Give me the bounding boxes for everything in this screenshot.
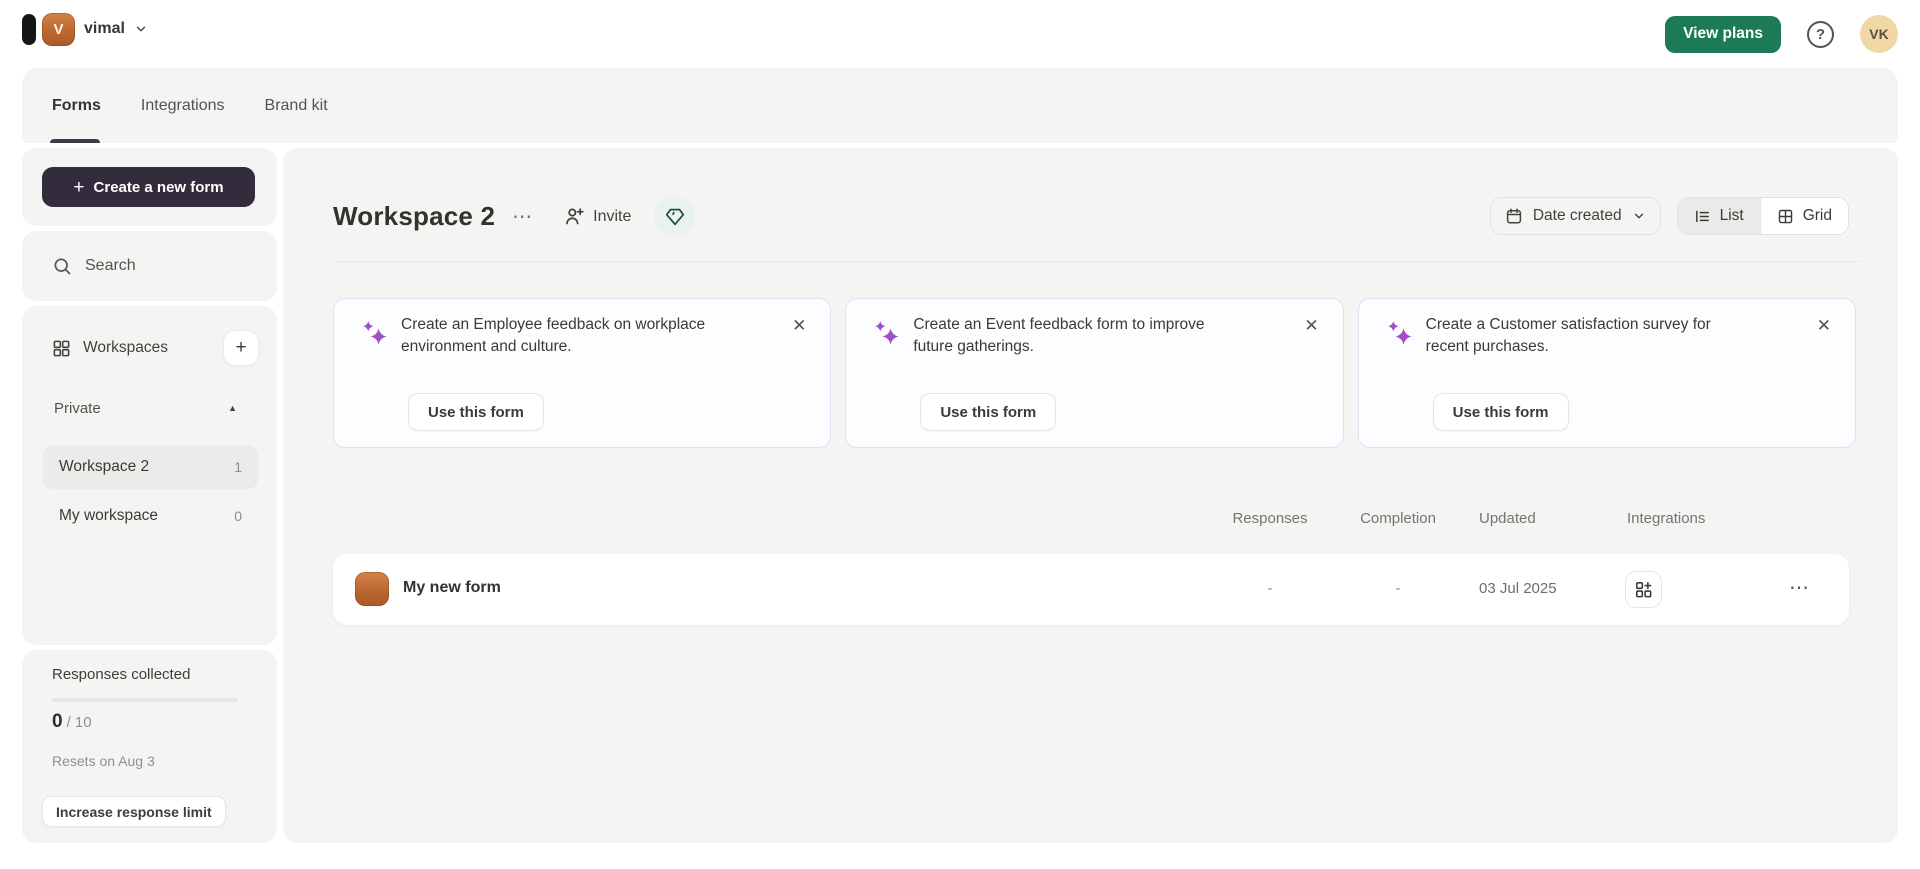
app-logo [22, 14, 36, 45]
header-divider [333, 261, 1860, 262]
column-responses: Responses [1232, 510, 1308, 527]
invite-button[interactable]: Invite [564, 206, 631, 227]
calendar-icon [1506, 208, 1521, 224]
sidebar-item-label: My workspace [59, 507, 159, 524]
tab-brand-kit[interactable]: Brand kit [265, 97, 328, 115]
invite-label: Invite [593, 207, 632, 225]
sort-dropdown-label: Date created [1532, 207, 1622, 224]
increase-response-limit-button[interactable]: Increase response limit [42, 796, 226, 827]
forms-table-header: Responses Completion Updated Integration… [333, 506, 1849, 534]
view-toggle: List Grid [1676, 197, 1849, 235]
use-this-form-button[interactable]: Use this form [408, 393, 544, 431]
ai-sparkles-icon [363, 321, 387, 345]
workspace-switcher-label: vimal [84, 20, 125, 37]
plus-icon: + [73, 176, 85, 198]
sidebar-workspaces-section: Workspaces + Private ▲ Workspace 2 1 My … [22, 306, 277, 645]
sidebar-item-count: 0 [234, 508, 242, 524]
chevron-down-icon [1634, 213, 1643, 219]
list-label: List [1719, 207, 1744, 224]
responses-collected-label: Responses collected [52, 666, 191, 683]
sidebar-search-section: Search [22, 231, 277, 301]
form-updated-value: 03 Jul 2025 [1479, 580, 1557, 597]
grid-label: Grid [1802, 207, 1832, 224]
add-workspace-button[interactable]: + [223, 330, 259, 366]
create-new-form-label: Create a new form [93, 178, 224, 196]
close-icon[interactable]: ✕ [792, 316, 806, 336]
invite-person-icon [566, 208, 584, 225]
sort-dropdown[interactable]: Date created [1489, 197, 1661, 235]
workspace-more-menu[interactable]: ⋯ [512, 207, 533, 227]
page-title: Workspace 2 [333, 201, 496, 231]
form-thumbnail [355, 572, 389, 606]
ai-sparkles-icon [875, 321, 900, 345]
workspace-avatar: V [42, 12, 75, 46]
form-completion-value: - [1395, 580, 1401, 597]
workspace-switcher[interactable]: V vimal [42, 12, 148, 46]
suggestion-card: Create an Event feedback form to improve… [845, 298, 1344, 448]
workspaces-heading: Workspaces [83, 339, 168, 356]
form-name: My new form [403, 579, 501, 596]
tabs-bar: Forms Integrations Brand kit [22, 68, 1898, 143]
app-window: V vimal View plans ? VK Forms Integratio… [0, 0, 1920, 869]
column-updated: Updated [1479, 510, 1536, 527]
add-integration-button[interactable] [1625, 571, 1662, 608]
active-tab-indicator [50, 139, 100, 143]
tab-forms[interactable]: Forms [52, 97, 101, 115]
suggestion-card: Create a Customer satisfaction survey fo… [1357, 298, 1856, 448]
view-plans-button[interactable]: View plans [1665, 15, 1781, 53]
view-toggle-list[interactable]: List [1677, 198, 1760, 234]
topbar: V vimal View plans ? VK [0, 0, 1920, 68]
responses-limit: / 10 [66, 714, 92, 731]
workspaces-grid-icon [53, 340, 70, 356]
help-icon[interactable]: ? [1807, 20, 1834, 48]
sidebar-item-label: Workspace 2 [59, 458, 150, 475]
search-label: Search [85, 257, 136, 274]
view-toggle-grid[interactable]: Grid [1759, 198, 1848, 234]
column-integrations: Integrations [1627, 510, 1706, 527]
suggestion-text: Create an Event feedback form to improve… [913, 316, 1205, 355]
use-this-form-button[interactable]: Use this form [920, 393, 1057, 431]
private-group-label: Private [54, 399, 101, 417]
search-input[interactable]: Search [52, 231, 136, 301]
close-icon[interactable]: ✕ [1817, 316, 1831, 336]
sidebar-create-section: + Create a new form [22, 148, 277, 226]
search-icon [54, 258, 71, 275]
user-avatar[interactable]: VK [1860, 15, 1898, 53]
responses-used: 0 [52, 711, 63, 732]
main-content: Workspace 2 ⋯ Invite Date created List G… [283, 148, 1898, 843]
suggestion-card: Create an Employee feedback on workplace… [333, 298, 832, 448]
suggestion-text: Create an Employee feedback on workplace… [401, 316, 706, 355]
sidebar-item-workspace-2[interactable]: Workspace 2 1 [43, 445, 258, 489]
private-group-toggle[interactable]: Private ▲ [54, 393, 237, 423]
sidebar-item-count: 1 [234, 459, 242, 475]
resets-label: Resets on Aug 3 [52, 753, 155, 769]
responses-progress-bar [52, 698, 238, 702]
row-more-menu[interactable]: ⋯ [1789, 575, 1810, 600]
sidebar-usage-section: Responses collected 0/ 10 Resets on Aug … [22, 650, 277, 843]
collapse-icon: ▲ [228, 403, 237, 413]
create-new-form-button[interactable]: + Create a new form [42, 167, 255, 207]
close-icon[interactable]: ✕ [1304, 316, 1318, 336]
list-view-icon [1695, 210, 1709, 222]
sidebar-item-my-workspace[interactable]: My workspace 0 [43, 494, 258, 538]
suggestion-text: Create a Customer satisfaction survey fo… [1425, 316, 1711, 355]
grid-plus-icon [1635, 581, 1652, 598]
form-responses-value: - [1267, 580, 1273, 597]
column-completion: Completion [1360, 510, 1436, 527]
grid-view-icon [1778, 209, 1792, 223]
ai-sparkles-icon [1387, 321, 1412, 345]
use-this-form-button[interactable]: Use this form [1432, 393, 1569, 431]
upgrade-gem-icon[interactable] [654, 196, 696, 237]
chevron-down-icon [136, 26, 146, 32]
tab-integrations[interactable]: Integrations [141, 97, 225, 115]
table-row[interactable]: My new form - - 03 Jul 2025 ⋯ [333, 554, 1849, 625]
